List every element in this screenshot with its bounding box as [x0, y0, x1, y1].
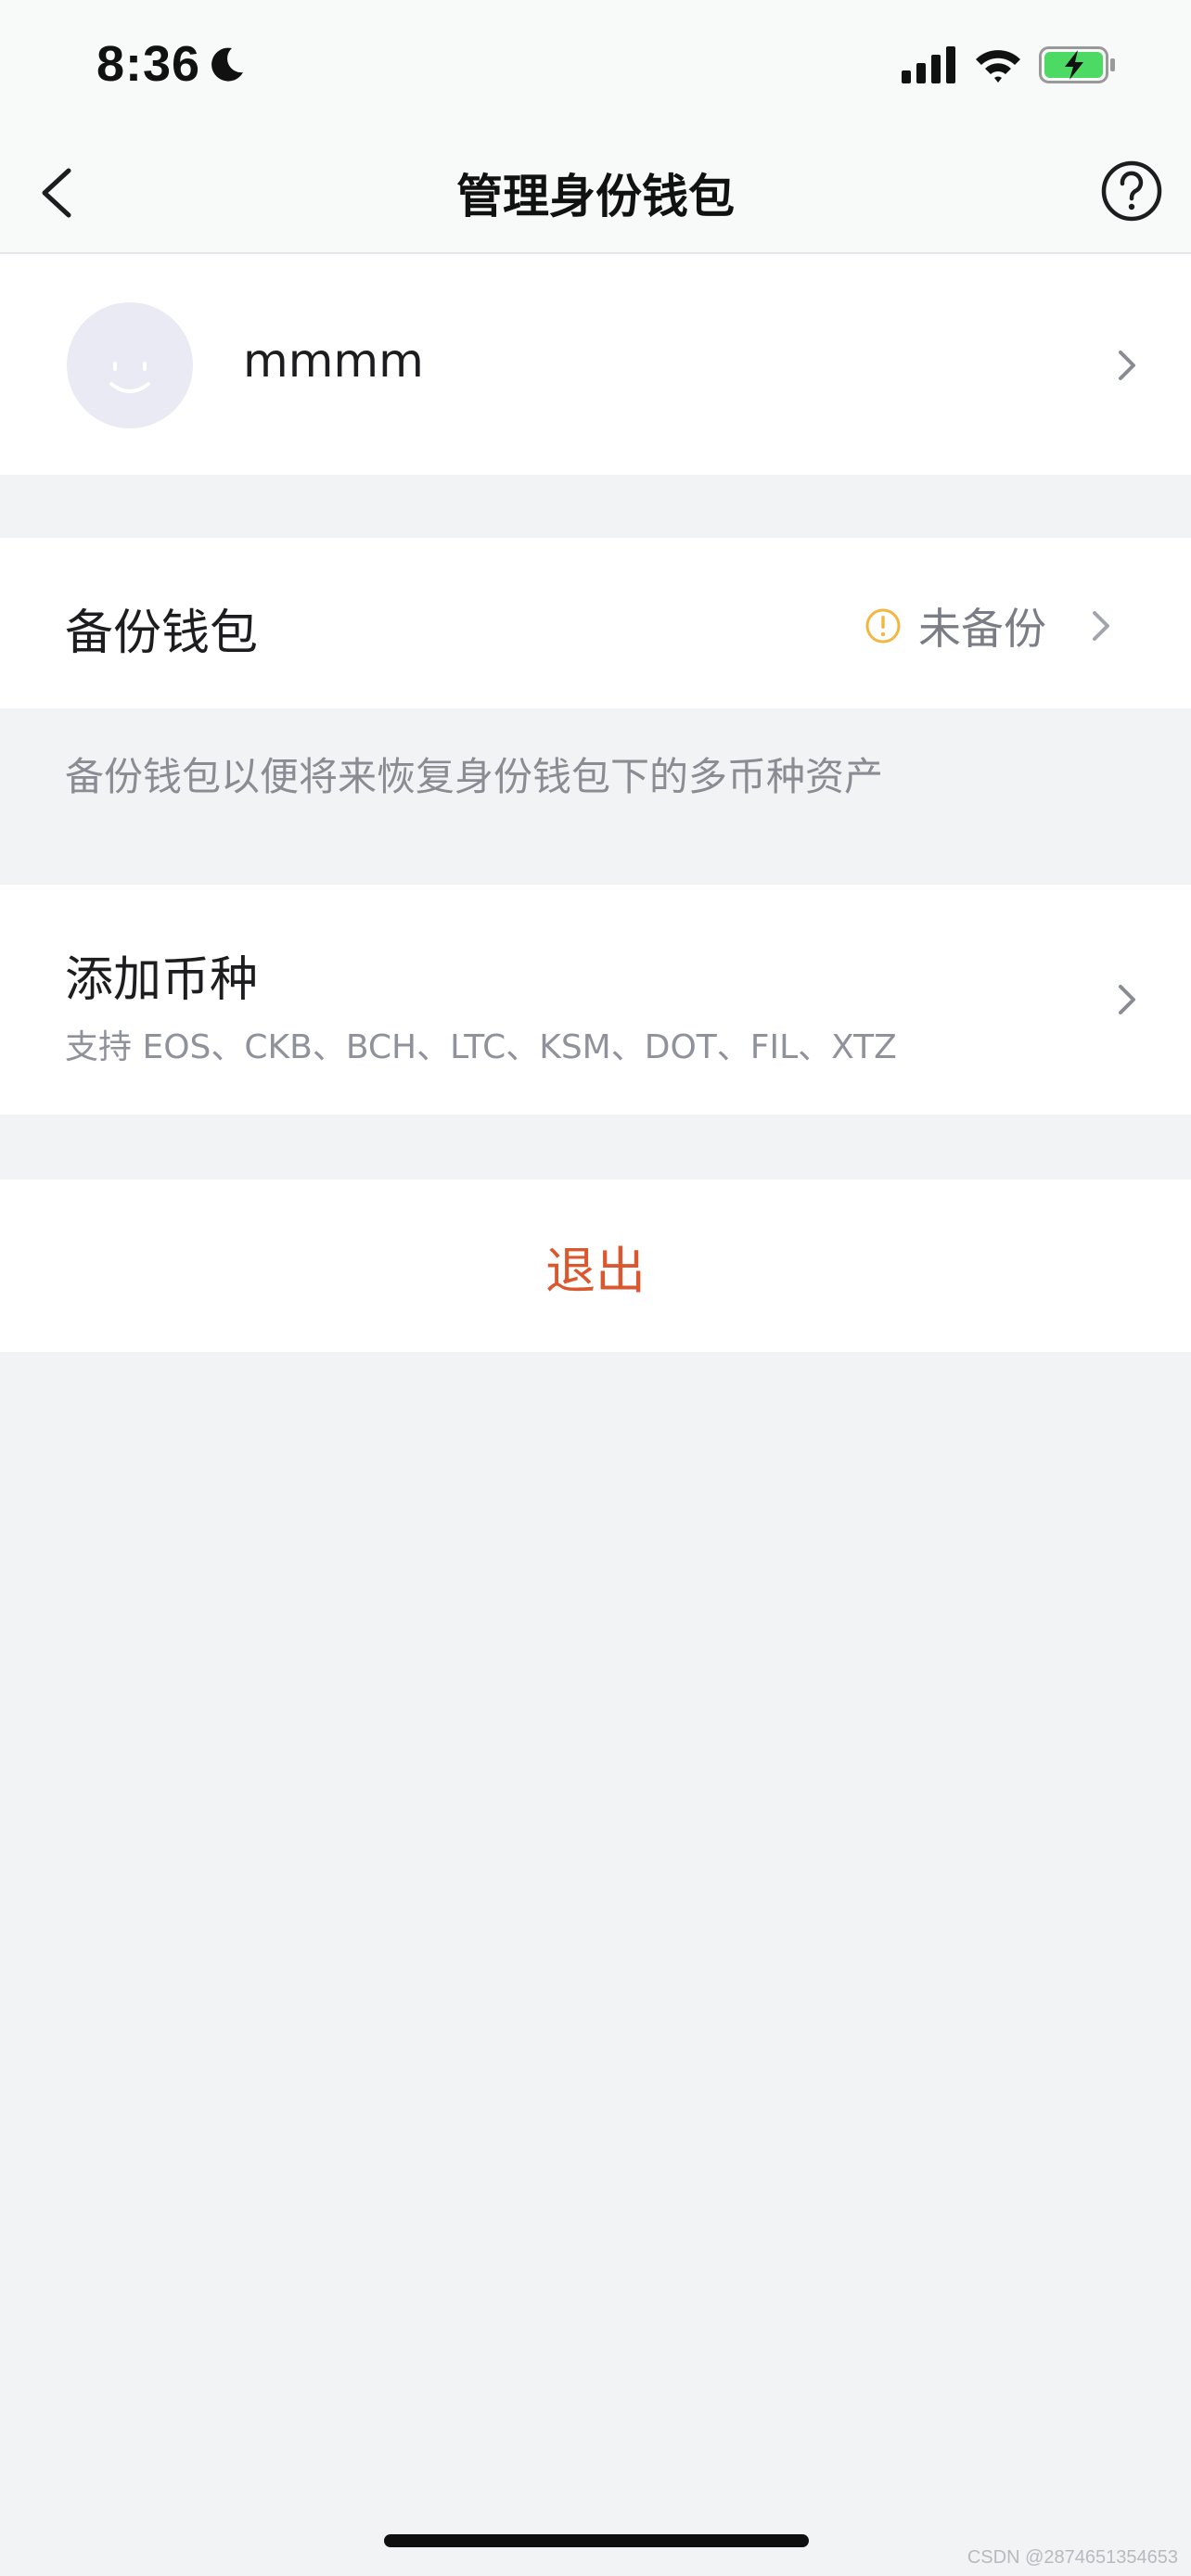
chevron-right-icon	[1119, 351, 1135, 380]
wifi-icon	[976, 50, 1020, 83]
battery-charging-icon	[1039, 46, 1115, 83]
add-coin-row[interactable]: 添加币种 支持 EOS、CKB、BCH、LTC、KSM、DOT、FIL、XTZ	[0, 885, 1191, 1115]
home-indicator[interactable]	[384, 2534, 809, 2547]
backup-wallet-title: 备份钱包	[65, 606, 259, 661]
status-bar: 8:36	[0, 0, 1191, 130]
page-title: 管理身份钱包	[456, 170, 735, 223]
logout-label: 退出	[545, 1241, 646, 1300]
cellular-signal-icon	[902, 46, 955, 83]
chevron-right-icon	[1093, 611, 1109, 641]
nav-bar: 管理身份钱包	[0, 130, 1191, 254]
moon-icon	[211, 47, 244, 82]
status-icons	[902, 46, 1117, 83]
status-time: 8:36	[96, 35, 247, 93]
backup-description: 备份钱包以便将来恢复身份钱包下的多币种资产	[65, 754, 884, 799]
smiley-face-icon	[109, 362, 150, 393]
add-coin-subtitle: 支持 EOS、CKB、BCH、LTC、KSM、DOT、FIL、XTZ	[65, 1028, 897, 1066]
chevron-right-icon	[1119, 985, 1135, 1014]
warning-circle-icon	[865, 608, 901, 644]
add-coin-title: 添加币种	[65, 952, 259, 1008]
profile-row[interactable]: mmmm	[0, 254, 1191, 475]
wallet-name: mmmm	[243, 334, 424, 388]
watermark: CSDN @2874651354653	[967, 2547, 1178, 2568]
avatar	[67, 302, 193, 428]
status-time-text: 8:36	[96, 36, 201, 92]
logout-button[interactable]: 退出	[0, 1180, 1191, 1352]
help-circle-icon[interactable]	[1100, 159, 1163, 223]
backup-wallet-row[interactable]: 备份钱包 未备份	[0, 538, 1191, 708]
backup-status: 未备份	[864, 595, 1113, 657]
backup-status-text: 未备份	[918, 604, 1046, 654]
